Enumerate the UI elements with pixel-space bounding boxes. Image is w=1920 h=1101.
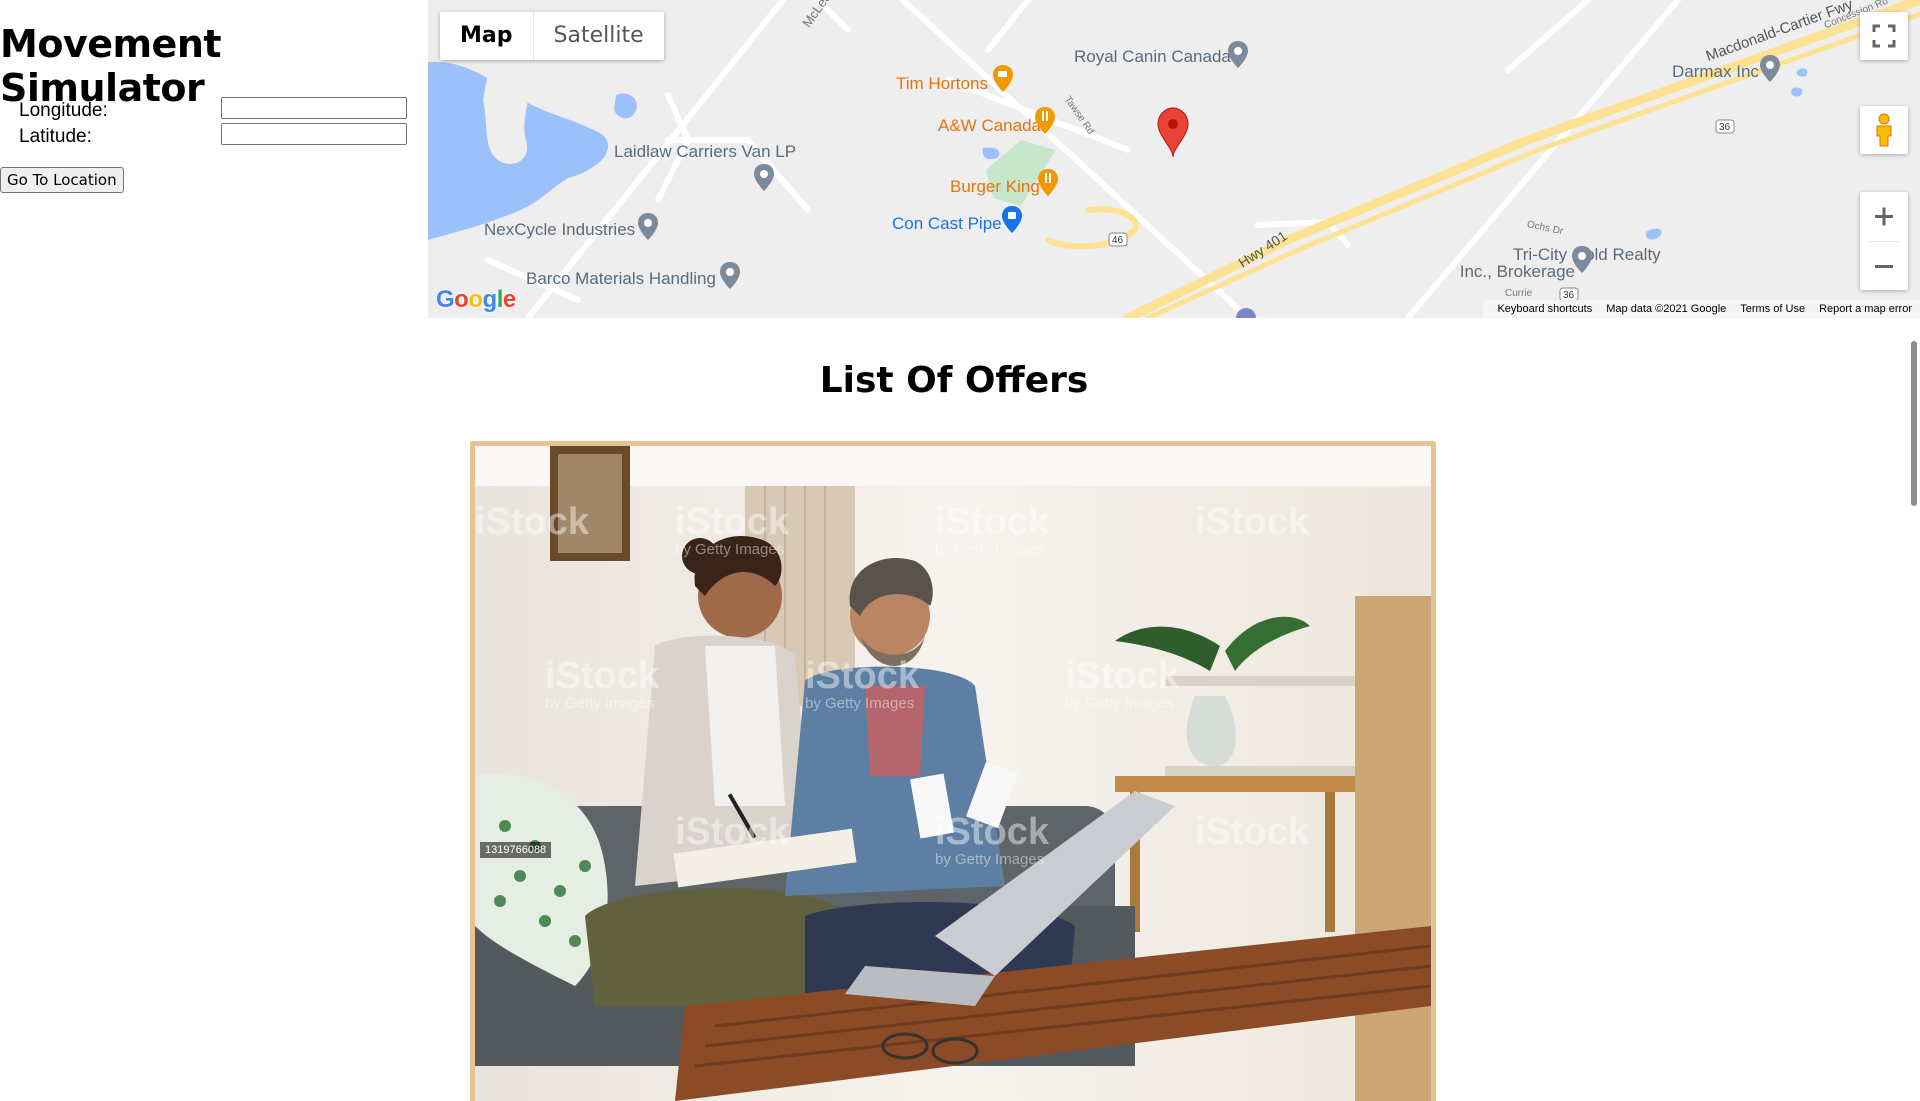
- map-label-aw-canada[interactable]: A&W Canada: [938, 117, 1041, 134]
- watermark-byline: by Getty Images: [1065, 695, 1174, 712]
- map-attribution-bar: Keyboard shortcuts Map data ©2021 Google…: [1483, 300, 1920, 318]
- watermark-byline: by Getty Images: [805, 695, 914, 712]
- map-label-laidlaw[interactable]: Laidlaw Carriers Van LP: [614, 143, 796, 160]
- map-type-map-button[interactable]: Map: [440, 12, 533, 60]
- longitude-row: Longitude:: [19, 97, 414, 123]
- place-pin-icon[interactable]: [636, 212, 660, 242]
- pond-5: [1796, 68, 1808, 77]
- route-46-label: 46: [1112, 235, 1124, 246]
- location-marker-icon: [1157, 107, 1189, 158]
- minus-icon: [1875, 265, 1893, 268]
- pond: [614, 93, 637, 119]
- offer-image: iStock iStock iStock iStock iStock iStoc…: [475, 446, 1431, 1101]
- page-scrollbar[interactable]: [1908, 318, 1920, 1080]
- keyboard-shortcuts-link[interactable]: Keyboard shortcuts: [1497, 303, 1592, 315]
- restaurant-pin-icon[interactable]: [1036, 168, 1060, 198]
- longitude-label: Longitude:: [19, 100, 108, 121]
- latitude-row: Latitude:: [19, 123, 414, 149]
- watermark-brand: iStock: [675, 501, 790, 543]
- watermark-brand: iStock: [1195, 501, 1310, 543]
- fullscreen-icon: [1872, 24, 1896, 48]
- longitude-input[interactable]: [221, 97, 407, 119]
- pond-4: [1791, 87, 1803, 97]
- map-label-barco[interactable]: Barco Materials Handling: [526, 270, 716, 287]
- go-to-location-button[interactable]: Go To Location: [0, 167, 124, 193]
- watermark-brand: iStock: [545, 655, 660, 697]
- zoom-control: [1860, 192, 1908, 290]
- report-map-error-link[interactable]: Report a map error: [1819, 303, 1912, 315]
- map-label-tim-hortons[interactable]: Tim Hortons: [896, 75, 988, 92]
- control-panel: Movement Simulator Longitude: Latitude: …: [0, 0, 428, 320]
- cafe-pin-icon[interactable]: [991, 64, 1015, 94]
- map-label-con-cast-pipe[interactable]: Con Cast Pipe: [892, 215, 1002, 232]
- place-pin-icon[interactable]: [752, 163, 776, 193]
- map-label-darmax[interactable]: Darmax Inc: [1672, 63, 1759, 80]
- route-36-label-a: 36: [1719, 122, 1731, 133]
- map-type-toggle: Map Satellite: [440, 12, 664, 60]
- offers-section-title: List Of Offers: [819, 360, 1089, 401]
- place-pin-icon[interactable]: [1570, 245, 1594, 275]
- watermark-brand: iStock: [1065, 655, 1180, 697]
- shopping-pin-icon[interactable]: [1000, 205, 1024, 235]
- latitude-label: Latitude:: [19, 126, 92, 147]
- road-label-currie: Currie: [1505, 288, 1533, 299]
- watermark-brand: iStock: [475, 501, 590, 543]
- map-data-text: Map data ©2021 Google: [1606, 303, 1727, 315]
- place-pin-icon[interactable]: [718, 261, 742, 291]
- pond-3: [1645, 228, 1662, 240]
- pegman-icon: [1876, 113, 1892, 147]
- restaurant-pin-icon[interactable]: [1033, 106, 1057, 136]
- map-label-burger-king[interactable]: Burger King: [950, 178, 1040, 195]
- watermark-brand: iStock: [805, 655, 920, 697]
- zoom-out-button[interactable]: [1860, 242, 1908, 290]
- street-view-button[interactable]: [1860, 106, 1908, 154]
- watermark-brand: iStock: [935, 811, 1050, 853]
- watermark-brand: iStock: [1195, 811, 1310, 853]
- watermark-byline: by Getty Images: [935, 541, 1044, 558]
- watermark-byline: by Getty Images: [545, 695, 654, 712]
- watermark-byline: by Getty Images: [675, 541, 784, 558]
- zoom-in-button[interactable]: [1860, 192, 1908, 241]
- watermark-byline: by Getty Images: [935, 851, 1044, 868]
- place-pin-icon[interactable]: [1226, 40, 1250, 70]
- map-label-royal-canin[interactable]: Royal Canin Canada: [1074, 48, 1231, 65]
- map-label-nexcycle[interactable]: NexCycle Industries: [484, 221, 635, 238]
- scrollbar-thumb[interactable]: [1911, 341, 1917, 506]
- terms-of-use-link[interactable]: Terms of Use: [1740, 303, 1805, 315]
- photo-id-label: 1319766088: [480, 842, 552, 858]
- plus-icon: [1875, 207, 1893, 226]
- map-view[interactable]: Tim Hortons A&W Canada Burger King Con C…: [428, 0, 1920, 318]
- watermark-brand: iStock: [675, 811, 790, 853]
- map-type-satellite-button[interactable]: Satellite: [532, 12, 664, 60]
- fullscreen-button[interactable]: [1860, 12, 1908, 60]
- watermark-brand: iStock: [935, 501, 1050, 543]
- pond-2: [982, 147, 1000, 160]
- offer-card[interactable]: iStock iStock iStock iStock iStock iStoc…: [470, 441, 1436, 1101]
- map-label-tri-city-line2[interactable]: Inc., Brokerage: [1445, 263, 1575, 280]
- google-logo[interactable]: Google: [436, 286, 516, 314]
- place-pin-icon[interactable]: [1758, 54, 1782, 84]
- latitude-input[interactable]: [221, 123, 407, 145]
